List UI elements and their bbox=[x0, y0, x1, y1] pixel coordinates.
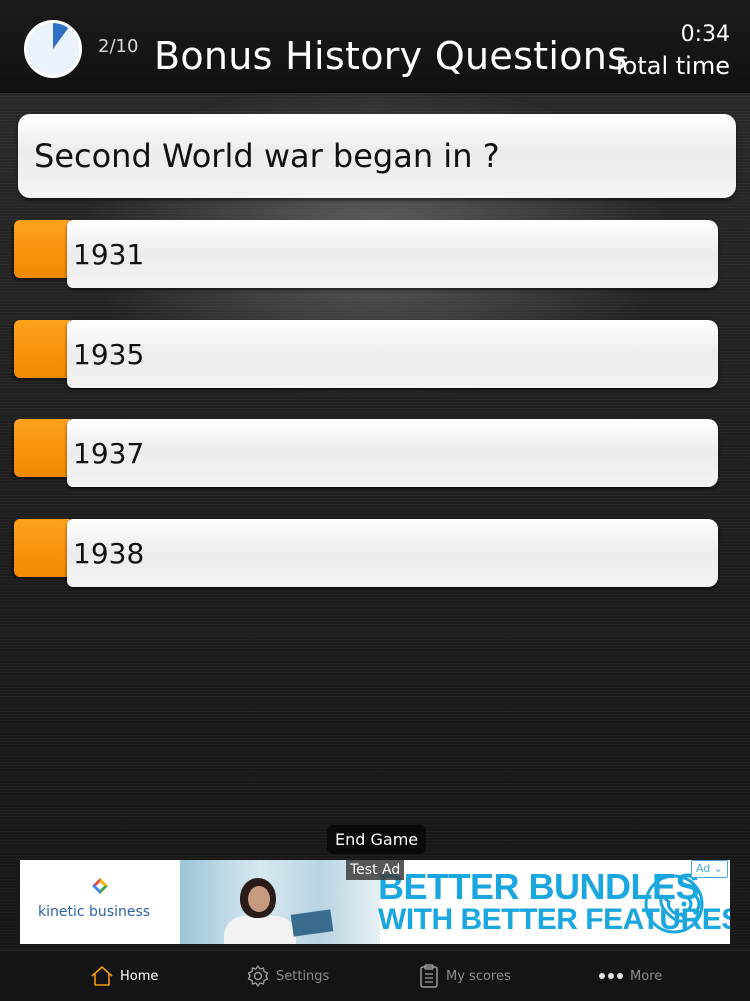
ad-brand-name: kinetic business bbox=[38, 904, 150, 920]
answer-bar[interactable]: 1935 bbox=[67, 320, 718, 388]
timer-pie-icon bbox=[24, 20, 82, 78]
tab-settings[interactable]: Settings bbox=[246, 951, 329, 1001]
tab-my-scores[interactable]: My scores bbox=[418, 951, 511, 1001]
tab-home[interactable]: Home bbox=[90, 951, 158, 1001]
ad-photo-shirt bbox=[224, 916, 296, 944]
answer-marker bbox=[14, 220, 70, 278]
bottom-tab-bar: Home Settings My scores More bbox=[0, 950, 750, 1001]
phone-wifi-icon bbox=[644, 874, 704, 934]
answer-label: 1938 bbox=[73, 536, 145, 570]
answer-marker bbox=[14, 320, 70, 378]
answer-marker bbox=[14, 519, 70, 577]
ad-photo-tablet bbox=[290, 909, 334, 937]
answer-bar[interactable]: 1938 bbox=[67, 519, 718, 587]
ad-brand-word-2: business bbox=[89, 904, 151, 920]
question-text: Second World war began in ? bbox=[34, 137, 500, 175]
answer-option-4[interactable]: 1938 bbox=[14, 519, 718, 589]
clipboard-icon bbox=[420, 964, 438, 988]
home-icon bbox=[91, 966, 113, 986]
ad-brand-word-1: kinetic bbox=[38, 904, 85, 920]
more-dots-icon bbox=[599, 973, 623, 979]
header-bar: 2/10 Bonus History Questions 0:34 Total … bbox=[0, 0, 750, 93]
answer-bar[interactable]: 1937 bbox=[67, 419, 718, 487]
question-card: Second World war began in ? bbox=[18, 114, 736, 198]
tab-more-label: More bbox=[630, 968, 663, 984]
ad-brand-panel: kinetic business bbox=[20, 860, 180, 944]
answer-option-2[interactable]: 1935 bbox=[14, 320, 718, 390]
ad-choices-badge[interactable]: Ad ⌄ bbox=[690, 860, 728, 878]
answer-label: 1931 bbox=[73, 237, 145, 271]
tab-settings-label: Settings bbox=[276, 968, 330, 984]
answer-option-3[interactable]: 1937 bbox=[14, 419, 718, 489]
answer-bar[interactable]: 1931 bbox=[67, 220, 718, 288]
answer-marker bbox=[14, 419, 70, 477]
tab-my-scores-label: My scores bbox=[446, 968, 511, 984]
answer-label: 1937 bbox=[73, 436, 145, 470]
total-time-value: 0:34 bbox=[680, 22, 730, 47]
ad-photo-face bbox=[248, 886, 270, 912]
question-progress: 2/10 bbox=[98, 36, 139, 57]
end-game-button[interactable]: End Game bbox=[327, 825, 427, 854]
answer-label: 1935 bbox=[73, 337, 145, 371]
total-time-label: Total time bbox=[612, 52, 730, 80]
tab-more[interactable]: More bbox=[598, 951, 662, 1001]
answer-option-1[interactable]: 1931 bbox=[14, 220, 718, 290]
gear-icon bbox=[247, 965, 269, 987]
ad-badge-label: Ad bbox=[695, 862, 711, 875]
tab-home-label: Home bbox=[120, 968, 159, 984]
kinetic-logo-icon bbox=[92, 878, 108, 894]
test-ad-label: Test Ad bbox=[346, 860, 405, 880]
page-title: Bonus History Questions bbox=[154, 34, 628, 78]
